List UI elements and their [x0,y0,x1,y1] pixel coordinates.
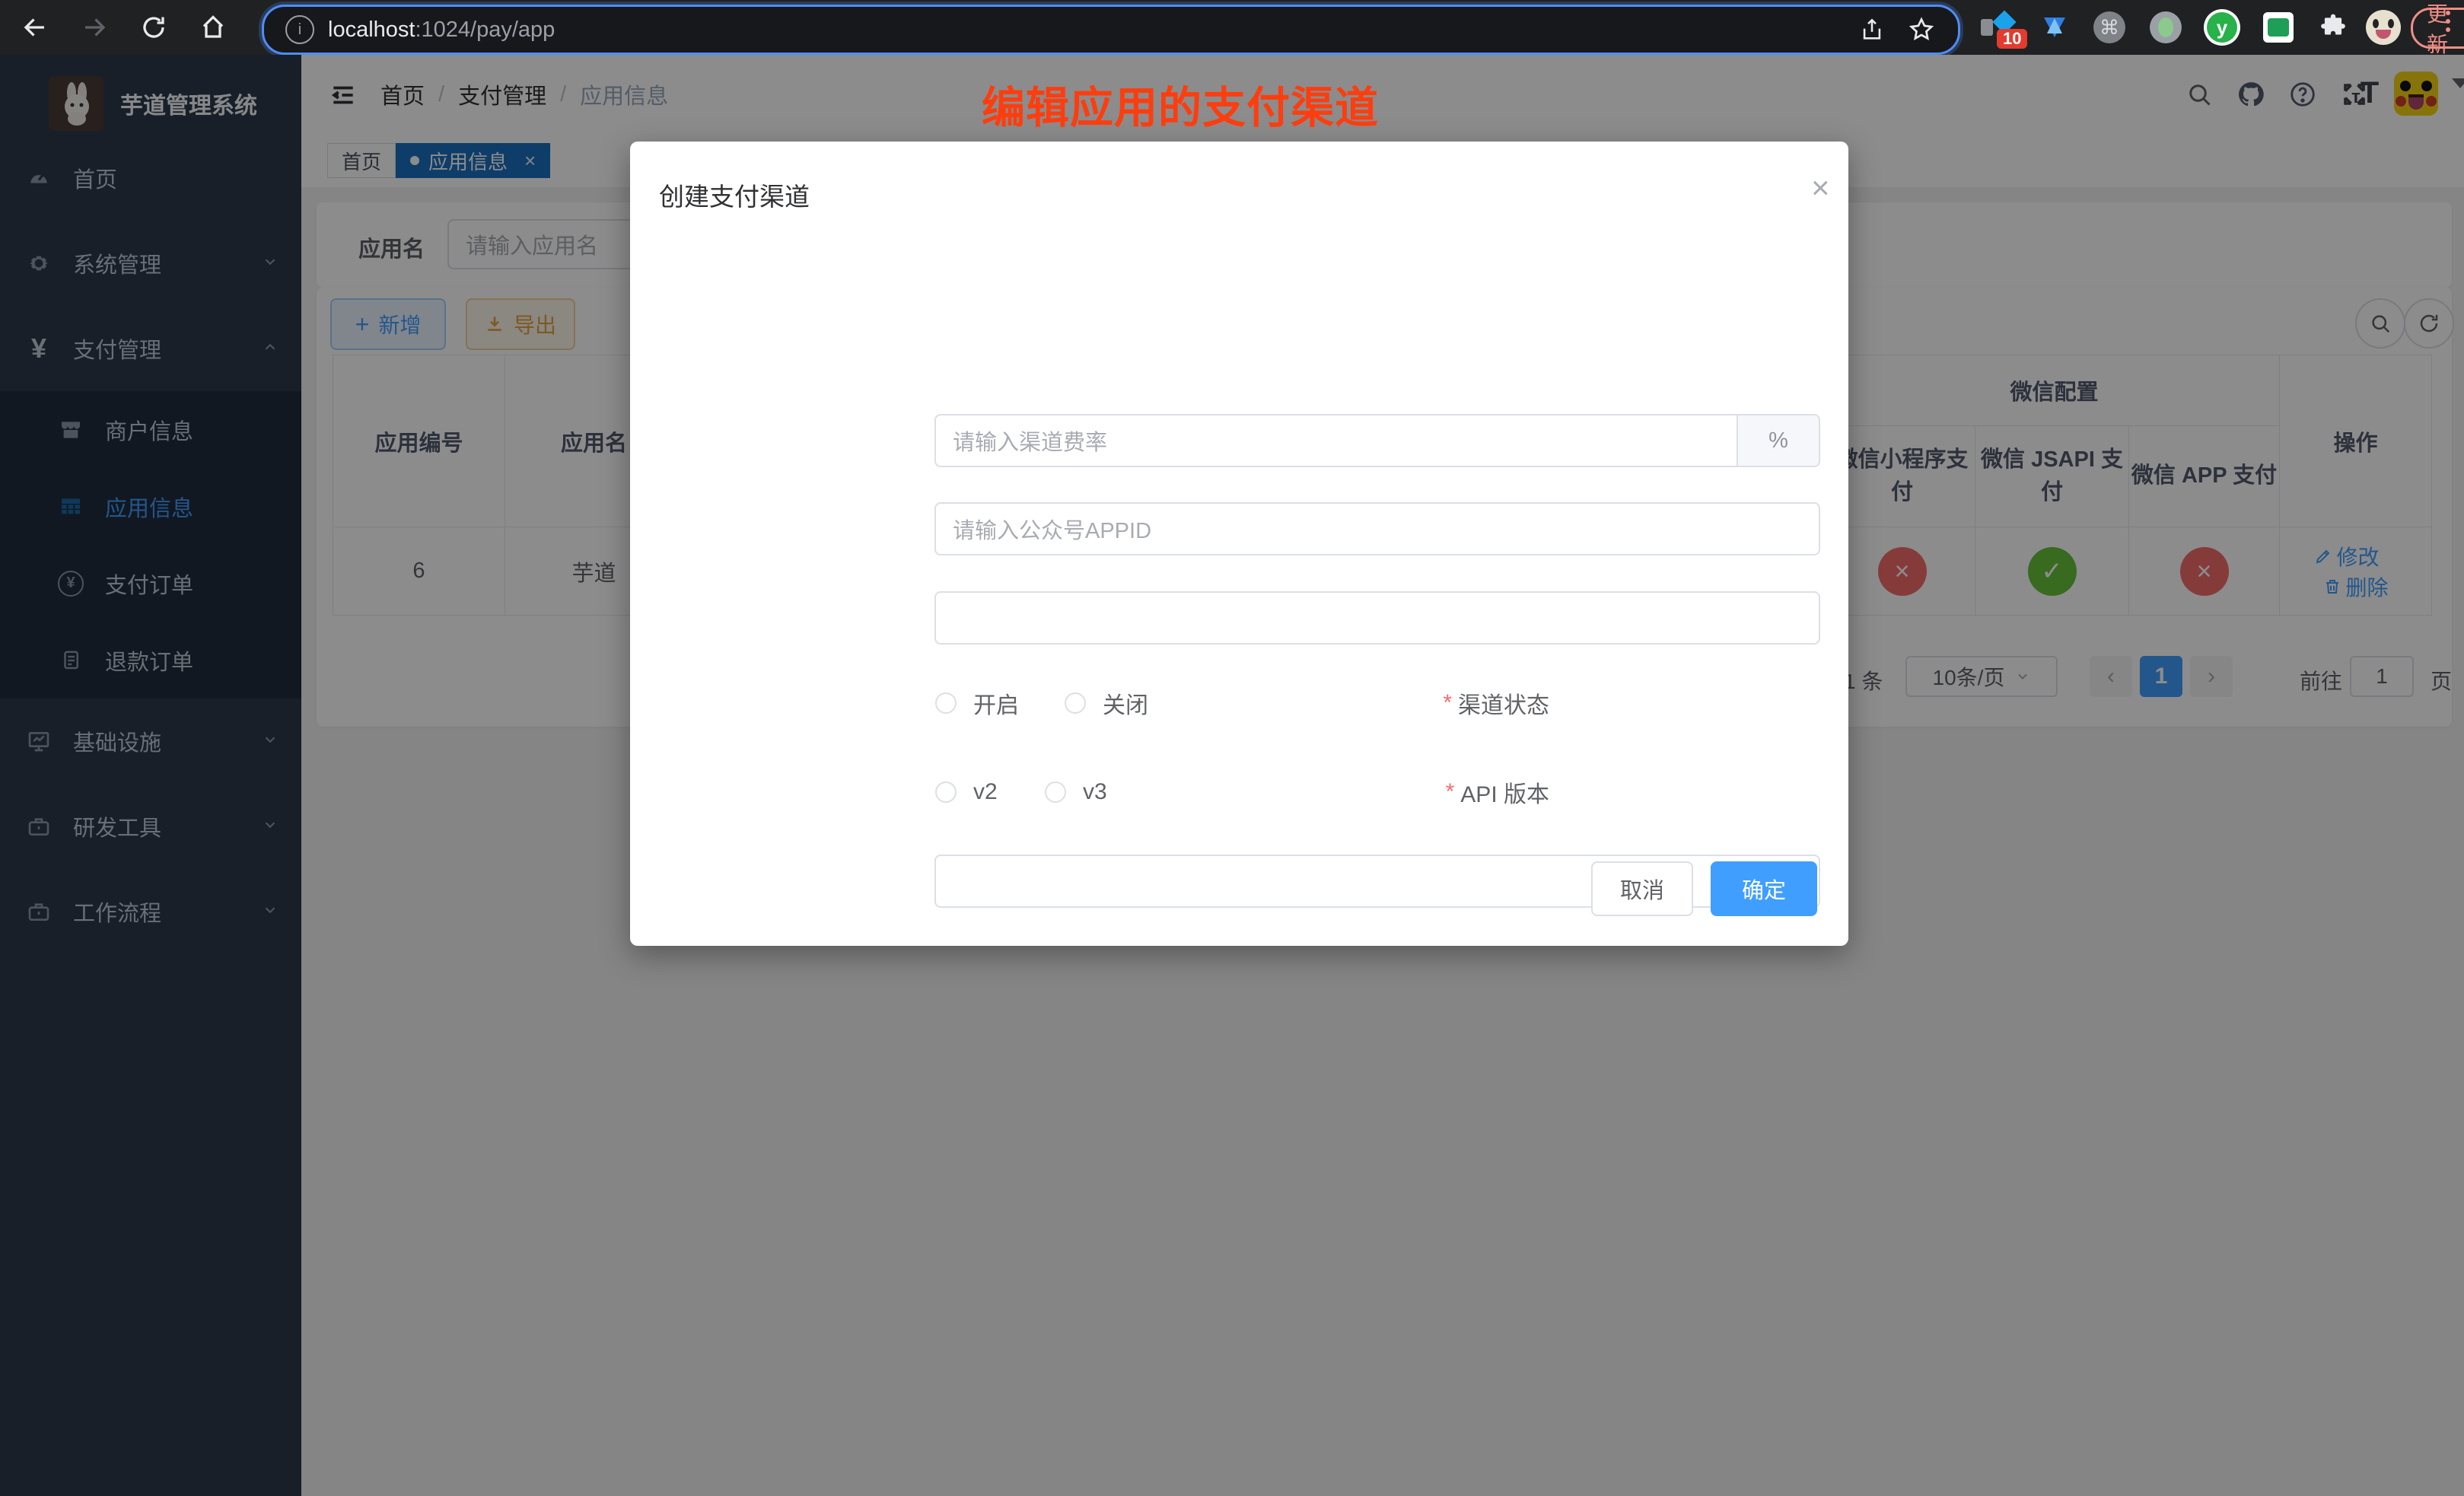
radio-label: v3 [1083,779,1107,805]
dialog-title: 创建支付渠道 [659,177,810,213]
screen: i localhost:1024/pay/app 10 ⌘ y [0,0,2464,1496]
radio-circle-icon [1065,692,1086,714]
rate-input[interactable]: 请输入渠道费率 % [934,414,1820,467]
required-asterisk: * [1446,779,1455,805]
api-label: *API 版本 [1446,766,1549,819]
radio-circle-icon [935,692,957,714]
home-icon [199,14,227,41]
radio-circle-icon [1045,781,1066,803]
browser-menu-kebab-icon[interactable] [2446,11,2450,32]
form-row-merchant: *商户号 [630,591,1848,645]
puzzle-icon [2319,13,2348,42]
radio-circle-icon [935,781,957,803]
extension-badge: 10 [1997,29,2027,49]
reload-icon [140,14,167,41]
confirm-label: 确定 [1742,873,1786,905]
merchant-input[interactable] [934,591,1820,645]
cancel-label: 取消 [1620,873,1664,905]
browser-update-button[interactable]: 更新 [2411,8,2464,49]
annotation-text: 编辑应用的支付渠道 [982,73,1530,135]
radio-status-off[interactable]: 关闭 [1065,676,1148,730]
forward-arrow-icon [81,14,108,41]
radio-label: 关闭 [1103,686,1148,720]
appid-placeholder: 请输入公众号APPID [936,513,1151,545]
radio-api-v2[interactable]: v2 [935,766,998,819]
extension-icon-2[interactable] [2036,9,2073,46]
bookmark-star-icon[interactable] [1908,16,1935,43]
cancel-button[interactable]: 取消 [1591,861,1693,916]
extension-icon-4[interactable] [2147,9,2184,46]
url-text: localhost:1024/pay/app [328,18,555,43]
browser-toolbar: i localhost:1024/pay/app 10 ⌘ y [0,0,2464,55]
extension-icon-1[interactable]: 10 [1979,9,2015,46]
form-row-appid: *公众号APPID 请输入公众号APPID [630,502,1848,555]
create-pay-channel-dialog: 创建支付渠道 × *渠道费率 请输入渠道费率 % *公众号APPID 请输入公众… [630,142,1848,946]
form-row-rate: *渠道费率 请输入渠道费率 % [630,414,1848,467]
url-host: localhost [328,18,415,42]
back-arrow-icon [21,14,49,41]
rate-placeholder: 请输入渠道费率 [936,425,1107,457]
browser-forward-button[interactable] [78,11,111,44]
confirm-button[interactable]: 确定 [1711,861,1817,916]
browser-reload-button[interactable] [137,11,170,44]
form-row-status: *渠道状态 开启 关闭 [630,676,1848,730]
dialog-close-icon[interactable]: × [1811,172,1830,204]
extension-icon-3[interactable]: ⌘ [2091,9,2128,46]
extension-icon-5[interactable]: y [2204,9,2240,46]
extensions-puzzle-icon[interactable] [2315,9,2351,46]
site-info-icon[interactable]: i [285,15,314,44]
radio-status-on[interactable]: 开启 [935,676,1019,730]
url-bar[interactable]: i localhost:1024/pay/app [262,5,1960,55]
appid-input[interactable]: 请输入公众号APPID [934,502,1820,555]
percent-suffix: % [1737,415,1819,466]
url-path: :1024/pay/app [415,18,555,42]
update-label: 更新 [2427,0,2448,59]
radio-api-v3[interactable]: v3 [1045,766,1107,819]
browser-home-button[interactable] [196,11,230,44]
form-row-api: *API 版本 v2 v3 [630,766,1848,819]
extension-icon-6[interactable] [2260,9,2297,46]
radio-label: 开启 [973,686,1019,720]
share-icon[interactable] [1859,17,1885,43]
profile-avatar-icon[interactable] [2365,9,2402,46]
required-asterisk: * [1443,690,1452,716]
radio-label: v2 [973,779,998,805]
browser-back-button[interactable] [18,11,52,44]
status-label: *渠道状态 [1443,676,1549,730]
